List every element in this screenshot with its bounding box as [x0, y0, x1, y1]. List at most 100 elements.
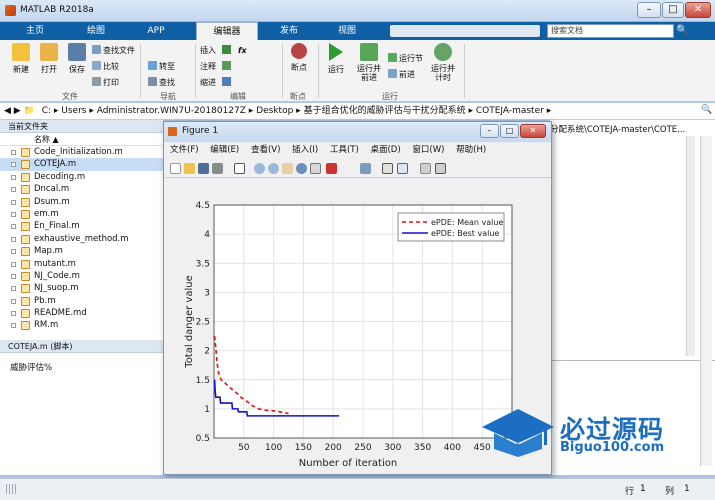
menu-view[interactable]: 查看(V) [251, 145, 280, 155]
advance-button[interactable]: 前进 [388, 68, 415, 81]
expand-icon[interactable] [11, 311, 16, 317]
run-advance-button[interactable]: 运行并 前进 [354, 43, 384, 82]
rotate-icon[interactable] [296, 163, 307, 174]
goto-button[interactable]: 转至 [148, 60, 175, 73]
menu-edit[interactable]: 编辑(E) [210, 145, 239, 155]
file-list-item[interactable]: Map.m [0, 245, 164, 257]
search-icon[interactable]: 🔍 [676, 25, 688, 36]
figure-minimize-button[interactable]: – [480, 124, 499, 138]
tab-home[interactable]: 主页 [14, 22, 56, 40]
find-button[interactable]: 查找 [148, 76, 175, 89]
indent-button[interactable]: 缩进 [200, 76, 216, 89]
find-files-button[interactable]: 查找文件 [92, 44, 135, 57]
show-plot-tools-icon[interactable] [435, 163, 446, 174]
insert-button[interactable]: 插入 [200, 44, 216, 57]
expand-icon[interactable] [11, 187, 16, 193]
run-time-button[interactable]: 运行并 计时 [428, 43, 458, 82]
close-button[interactable]: ✕ [685, 2, 711, 18]
fx-button[interactable]: fx [238, 44, 247, 57]
save-button[interactable]: 保存 [64, 43, 90, 75]
editor-scrollbar[interactable] [686, 136, 695, 356]
tab-apps[interactable]: APP [135, 22, 177, 40]
address-search-icon[interactable]: 🔍 [701, 105, 712, 115]
minimize-button[interactable]: – [637, 2, 661, 18]
print-figure-icon[interactable] [212, 163, 223, 174]
expand-icon[interactable] [11, 323, 16, 329]
expand-icon[interactable] [11, 174, 16, 180]
menu-file[interactable]: 文件(F) [170, 145, 199, 155]
figure-maximize-button[interactable]: □ [500, 124, 519, 138]
zoom-in-icon[interactable] [254, 163, 265, 174]
brush-icon[interactable] [326, 163, 337, 174]
breadcrumb-project[interactable]: 基于组合优化的威胁评估与干扰分配系统 [304, 106, 466, 116]
tab-plots[interactable]: 绘图 [75, 22, 117, 40]
print-button[interactable]: 打印 [92, 76, 119, 89]
breadcrumb-desktop[interactable]: Desktop [256, 106, 293, 116]
up-folder-icon[interactable]: 📁 [24, 106, 35, 116]
link-icon[interactable] [360, 163, 371, 174]
pointer-icon[interactable] [234, 163, 245, 174]
menu-help[interactable]: 帮助(H) [456, 145, 486, 155]
breadcrumb-folder[interactable]: COTEJA-master [476, 106, 544, 116]
file-list-item[interactable]: README.md [0, 307, 164, 319]
expand-icon[interactable] [11, 286, 16, 292]
breadcrumb-user[interactable]: Administrator.WIN7U-20180127Z [97, 106, 246, 116]
address-bar[interactable]: ◀ ▶ 📁 C: ▸ Users ▸ Administrator.WIN7U-2… [0, 103, 715, 120]
legend-icon[interactable] [397, 163, 408, 174]
maximize-button[interactable]: □ [662, 2, 684, 18]
open-button[interactable]: 打开 [36, 43, 62, 75]
compare-button[interactable]: 比较 [92, 60, 119, 73]
comment-button[interactable]: 注释 [200, 60, 216, 73]
expand-icon[interactable] [11, 261, 16, 267]
file-list-item[interactable]: NJ_Code.m [0, 270, 164, 282]
expand-icon[interactable] [11, 150, 16, 155]
indent-icon[interactable] [222, 77, 231, 86]
zoom-out-icon[interactable] [268, 163, 279, 174]
breadcrumb-drive[interactable]: C: [42, 106, 51, 116]
tab-publish[interactable]: 发布 [268, 22, 310, 40]
hide-plot-tools-icon[interactable] [420, 163, 431, 174]
expand-icon[interactable] [11, 199, 16, 205]
file-list-item[interactable]: Dsum.m [0, 196, 164, 208]
run-section-button[interactable]: 运行节 [388, 52, 423, 65]
expand-icon[interactable] [11, 236, 16, 242]
colorbar-icon[interactable] [382, 163, 393, 174]
right-edge-scrollbar[interactable] [700, 136, 712, 466]
file-list-item[interactable]: exhaustive_method.m [0, 233, 164, 245]
expand-icon[interactable] [11, 249, 16, 255]
file-list-item[interactable]: mutant.m [0, 258, 164, 270]
pan-icon[interactable] [282, 163, 293, 174]
expand-icon[interactable] [11, 162, 16, 168]
expand-icon[interactable] [11, 224, 16, 230]
open-file-icon[interactable] [184, 163, 195, 174]
run-button[interactable]: 运行 [323, 43, 349, 75]
new-button[interactable]: 新建 [8, 43, 34, 75]
breadcrumb-users[interactable]: Users [61, 106, 86, 116]
file-list-item[interactable]: COTEJA.m [0, 158, 164, 171]
tab-view[interactable]: 视图 [326, 22, 368, 40]
menu-insert[interactable]: 插入(I) [292, 145, 318, 155]
tab-editor[interactable]: 编辑器 [196, 22, 258, 40]
data-cursor-icon[interactable] [310, 163, 321, 174]
file-list-item[interactable]: NJ_suop.m [0, 282, 164, 294]
file-list-item[interactable]: RM.m [0, 319, 164, 331]
file-list-item[interactable]: Dncal.m [0, 183, 164, 195]
figure-close-button[interactable]: ✕ [520, 124, 546, 138]
menu-window[interactable]: 窗口(W) [412, 145, 444, 155]
forward-icon[interactable]: ▶ [14, 106, 21, 116]
file-list-item[interactable]: Code_Initialization.m [0, 146, 164, 158]
expand-icon[interactable] [11, 211, 16, 217]
save-figure-icon[interactable] [198, 163, 209, 174]
new-figure-icon[interactable] [170, 163, 181, 174]
search-input[interactable]: 搜索文档 [547, 24, 674, 38]
file-list-item[interactable]: En_Final.m [0, 220, 164, 232]
breakpoints-button[interactable]: 断点 [286, 43, 312, 73]
menu-tools[interactable]: 工具(T) [330, 145, 359, 155]
comment-icon[interactable] [222, 61, 231, 70]
expand-icon[interactable] [11, 273, 16, 279]
file-list-item[interactable]: Decoding.m [0, 171, 164, 183]
file-list-item[interactable]: em.m [0, 208, 164, 220]
name-column-header[interactable]: 名称 ▲ [0, 133, 164, 146]
insert-section-icon[interactable] [222, 45, 231, 54]
menu-desktop[interactable]: 桌面(D) [370, 145, 400, 155]
